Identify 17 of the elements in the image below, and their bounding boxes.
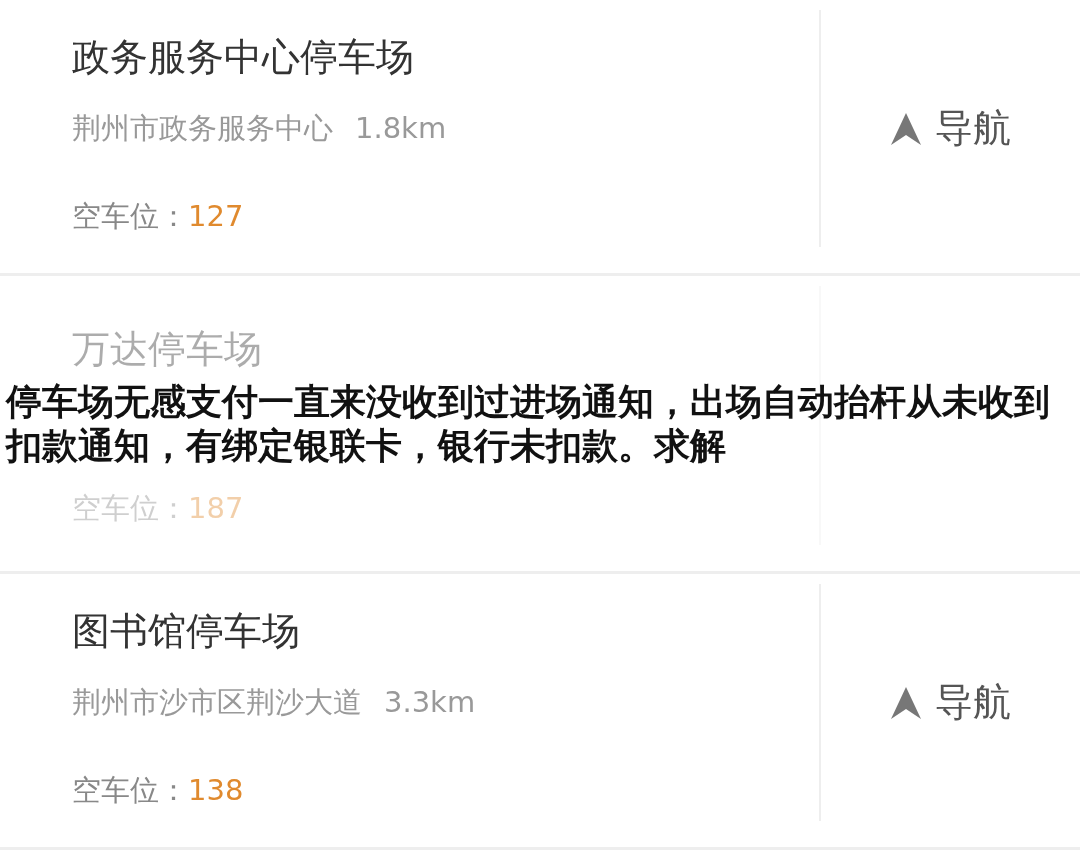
parking-lot-name: 万达停车场 <box>72 326 263 372</box>
navigation-arrow-icon <box>890 686 921 719</box>
free-spaces-count: 138 <box>188 772 244 808</box>
navigate-button[interactable]: 导航 <box>882 99 1019 158</box>
navigation-arrow-icon <box>890 112 921 145</box>
parking-lot-name: 政务服务中心停车场 <box>72 34 415 80</box>
free-spaces-label: 空车位： <box>72 772 188 808</box>
free-spaces-label: 空车位： <box>72 198 188 234</box>
free-spaces-count: 187 <box>188 490 244 526</box>
address: 荆州市政务服务中心 <box>72 110 333 146</box>
navigate-button[interactable]: 导航 <box>882 673 1019 732</box>
caption-text: 停车场无感支付一直来没收到过进场通知，出场自动抬杆从未收到扣款通知，有绑定银联卡，银行未扣款。求解 <box>4 380 1051 468</box>
address: 荆州市沙市区荆沙大道 <box>72 684 362 720</box>
distance: 1.8km <box>355 110 447 146</box>
free-spaces-count: 127 <box>188 198 244 234</box>
distance: 3.3km <box>384 684 476 720</box>
parking-lot-name: 图书馆停车场 <box>72 608 301 654</box>
